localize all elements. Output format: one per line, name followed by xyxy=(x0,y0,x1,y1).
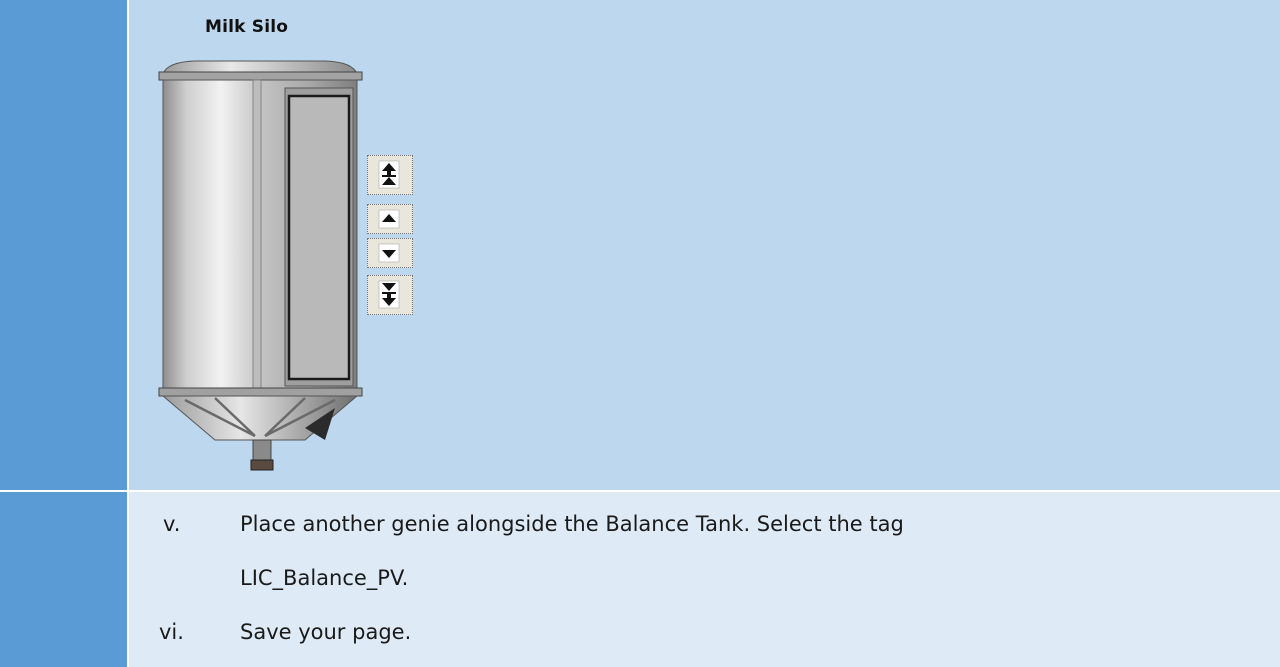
document-table: Milk Silo v. Place another genie alongsi… xyxy=(0,0,1280,667)
down-arrow-icon xyxy=(378,243,400,263)
column-divider xyxy=(127,0,129,667)
step-text: Save your page. xyxy=(240,620,412,644)
lower-button[interactable] xyxy=(367,238,413,268)
step-v-continued: LIC_Balance_PV. xyxy=(240,566,1140,596)
milk-silo-icon xyxy=(158,60,363,471)
raise-max-button[interactable] xyxy=(367,155,413,195)
table-left-column xyxy=(0,0,127,667)
lower-min-button[interactable] xyxy=(367,275,413,315)
level-control-buttons xyxy=(367,155,417,320)
raise-button[interactable] xyxy=(367,204,413,234)
step-text: Place another genie alongside the Balanc… xyxy=(240,512,904,536)
double-up-arrow-icon xyxy=(378,160,400,189)
silo-title: Milk Silo xyxy=(205,17,289,37)
step-text-line2: LIC_Balance_PV. xyxy=(240,566,409,590)
step-number: vi. xyxy=(159,620,184,644)
step-number: v. xyxy=(163,512,181,536)
step-vi: vi. Save your page. xyxy=(159,620,1259,650)
row-divider xyxy=(0,490,1280,492)
step-v: v. Place another genie alongside the Bal… xyxy=(163,512,1263,542)
double-down-arrow-icon xyxy=(378,280,400,309)
up-arrow-icon xyxy=(378,209,400,229)
